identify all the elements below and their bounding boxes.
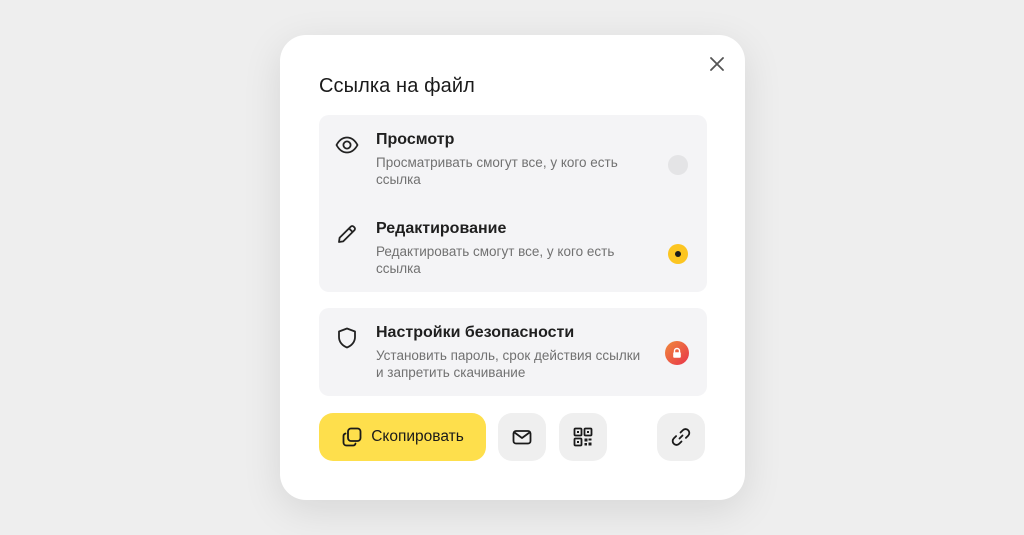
security-settings-group: Настройки безопасности Установить пароль… <box>319 308 707 396</box>
link-icon <box>671 428 691 446</box>
copy-icon <box>342 427 362 447</box>
access-options-group: Просмотр Просматривать смогут все, у ког… <box>319 115 707 292</box>
copy-link-button[interactable]: Скопировать <box>319 413 486 461</box>
close-button[interactable] <box>707 54 727 74</box>
security-description: Установить пароль, срок действия ссылки … <box>376 348 641 380</box>
view-radio[interactable] <box>668 155 688 175</box>
access-option-description: Редактировать смогут все, у кого есть сс… <box>376 244 615 276</box>
qr-code-button[interactable] <box>559 413 607 461</box>
mail-icon <box>512 430 532 445</box>
share-by-email-button[interactable] <box>498 413 546 461</box>
pencil-icon <box>338 225 356 243</box>
access-option-title: Редактирование <box>376 220 507 237</box>
security-lock-badge <box>665 341 689 365</box>
shield-icon <box>338 327 356 349</box>
copy-button-label: Скопировать <box>371 428 464 445</box>
access-option-edit[interactable]: Редактирование Редактировать смогут все,… <box>319 204 707 292</box>
qr-code-icon <box>573 427 593 447</box>
open-link-button[interactable] <box>657 413 705 461</box>
dialog-title: Ссылка на файл <box>319 75 475 97</box>
access-option-view[interactable]: Просмотр Просматривать смогут все, у ког… <box>319 115 707 203</box>
security-title: Настройки безопасности <box>376 324 575 341</box>
security-settings-row[interactable]: Настройки безопасности Установить пароль… <box>319 308 707 396</box>
eye-icon <box>335 136 359 154</box>
access-option-description: Просматривать смогут все, у кого есть сс… <box>376 155 618 187</box>
close-icon <box>710 57 724 71</box>
share-link-dialog: Ссылка на файл Просмотр Просматривать см… <box>280 35 745 500</box>
access-option-title: Просмотр <box>376 131 455 148</box>
lock-icon <box>673 347 681 358</box>
edit-radio[interactable] <box>668 244 688 264</box>
